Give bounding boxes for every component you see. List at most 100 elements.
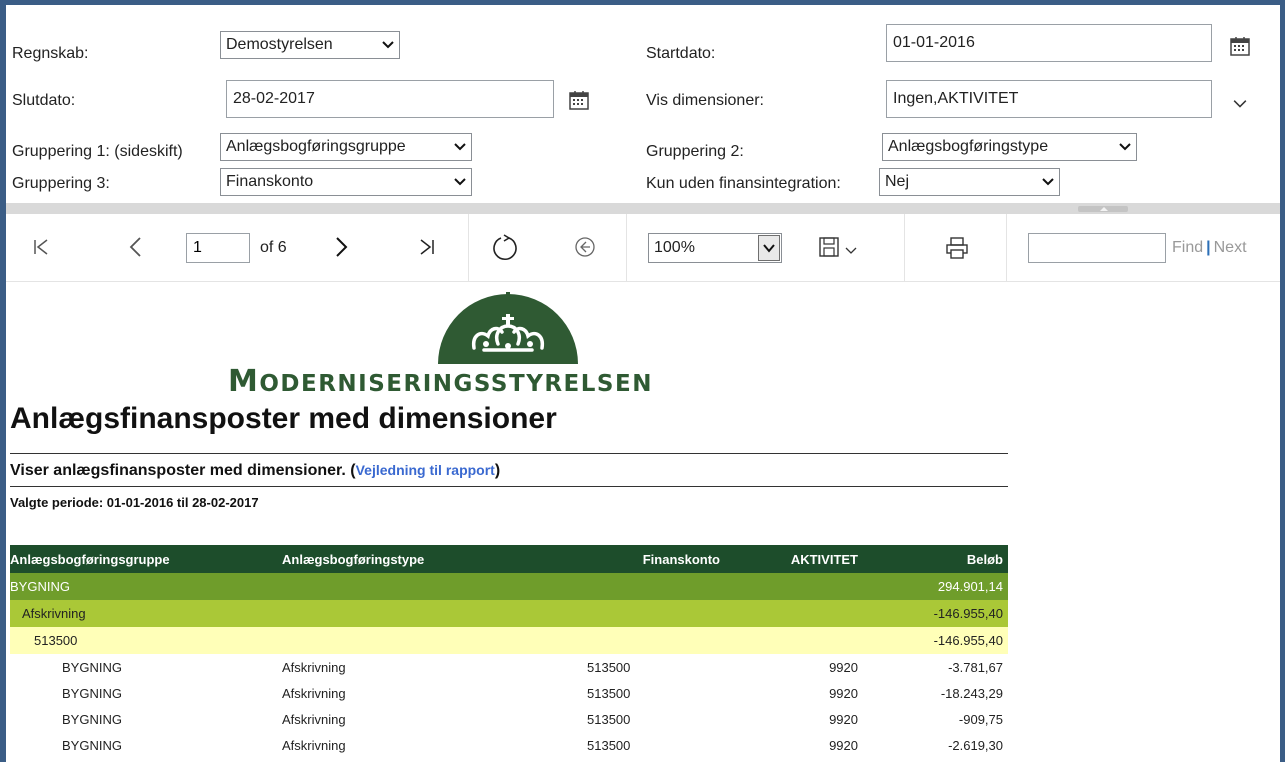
gruppering3-label: Gruppering 3:	[12, 175, 110, 192]
cell-belob: -18.243,29	[940, 685, 1003, 701]
table-row: BYGNING Afskrivning 513500 9920 -18.243,…	[10, 680, 1008, 706]
chevron-down-icon[interactable]	[1233, 96, 1247, 110]
find-input[interactable]	[1028, 233, 1166, 263]
gruppering1-value: Anlægsbogføringsgruppe	[226, 138, 406, 155]
group-amount: -146.955,40	[933, 633, 1003, 648]
column-header-belob[interactable]: Beløb	[967, 552, 1003, 567]
slutdato-input[interactable]: 28-02-2017	[226, 80, 554, 118]
column-header-gruppe[interactable]: Anlægsbogføringsgruppe	[10, 552, 170, 567]
window-frame-right	[1280, 0, 1285, 762]
chevron-down-icon	[1042, 178, 1054, 186]
gruppering1-select[interactable]: Anlægsbogføringsgruppe	[220, 133, 472, 161]
cell-gruppe: BYGNING	[62, 659, 122, 675]
kun-uden-select[interactable]: Nej	[879, 168, 1060, 196]
export-save-icon[interactable]	[818, 236, 864, 260]
group-label: 513500	[34, 633, 78, 648]
zoom-value: 100%	[654, 239, 695, 256]
regnskab-value: Demostyrelsen	[226, 36, 333, 53]
kun-uden-label: Kun uden finansintegration:	[646, 175, 841, 192]
chevron-down-icon	[454, 143, 466, 151]
slutdato-label: Slutdato:	[12, 92, 76, 109]
startdato-input[interactable]: 01-01-2016	[886, 24, 1212, 62]
report-description: Viser anlægsfinansposter med dimensioner…	[10, 462, 500, 480]
cell-konto: 513500	[587, 685, 631, 701]
report-description-text: Viser anlægsfinansposter med dimensioner…	[10, 462, 356, 479]
startdato-label: Startdato:	[646, 45, 716, 62]
column-header-finanskonto[interactable]: Finanskonto	[643, 552, 720, 567]
chevron-down-icon	[454, 178, 466, 186]
report-title: Anlægsfinansposter med dimensioner	[10, 402, 557, 435]
report-table: Anlægsbogføringsgruppe Anlægsbogføringst…	[10, 545, 1008, 758]
selected-period: Valgte periode: 01-01-2016 til 28-02-201…	[10, 495, 259, 510]
cell-aktivitet: 9920	[829, 659, 858, 675]
last-page-icon[interactable]	[416, 236, 438, 258]
cell-type: Afskrivning	[282, 737, 346, 753]
cell-belob: -3.781,67	[948, 659, 1003, 675]
vis-dimensioner-input[interactable]: Ingen,AKTIVITET	[886, 80, 1212, 118]
cell-belob: -2.619,30	[948, 737, 1003, 753]
agency-name-rest: ODERNISERINGSSTYRELSEN	[259, 371, 653, 397]
cell-gruppe: BYGNING	[62, 685, 122, 701]
find-next-controls: Find | Next	[1172, 239, 1247, 257]
next-page-icon[interactable]	[331, 235, 353, 259]
report-description-end: )	[494, 462, 501, 479]
gruppering1-label: Gruppering 1: (sideskift)	[12, 143, 183, 160]
table-header-row: Anlægsbogføringsgruppe Anlægsbogføringst…	[10, 545, 1008, 573]
gruppering3-select[interactable]: Finanskonto	[220, 168, 472, 196]
report-toolbar: of 6 100% Find|Next	[6, 214, 1280, 282]
chevron-down-icon	[1119, 143, 1131, 151]
toolbar-separator	[904, 214, 905, 282]
cell-aktivitet: 9920	[829, 685, 858, 701]
next-link[interactable]: Next	[1214, 239, 1247, 256]
refresh-icon[interactable]	[489, 232, 521, 264]
parameter-splitter[interactable]	[6, 203, 1280, 214]
cell-konto: 513500	[587, 711, 631, 727]
toolbar-separator	[626, 214, 627, 282]
find-separator: |	[1206, 239, 1211, 256]
gruppering2-value: Anlægsbogføringstype	[888, 138, 1049, 155]
table-row: BYGNING Afskrivning 513500 9920 -3.781,6…	[10, 654, 1008, 680]
cell-gruppe: BYGNING	[62, 737, 122, 753]
divider	[10, 486, 1008, 487]
divider	[10, 453, 1008, 454]
crown-logo	[438, 292, 578, 364]
group-row-level1[interactable]: BYGNING 294.901,14	[10, 573, 1008, 600]
gruppering3-value: Finanskonto	[226, 173, 314, 190]
agency-name: MODERNISERINGSSTYRELSEN	[228, 364, 653, 399]
vis-dimensioner-label: Vis dimensioner:	[646, 92, 764, 109]
group-row-level2[interactable]: Afskrivning -146.955,40	[10, 600, 1008, 627]
cell-aktivitet: 9920	[829, 711, 858, 727]
zoom-select[interactable]: 100%	[648, 233, 782, 263]
gruppering2-select[interactable]: Anlægsbogføringstype	[882, 133, 1137, 161]
cell-konto: 513500	[587, 737, 631, 753]
table-row: BYGNING Afskrivning 513500 9920 -2.619,3…	[10, 732, 1008, 758]
cell-gruppe: BYGNING	[62, 711, 122, 727]
group-amount: 294.901,14	[937, 579, 1003, 594]
find-link[interactable]: Find	[1172, 239, 1203, 256]
group-label: BYGNING	[10, 579, 70, 594]
window-frame-top	[0, 0, 1285, 5]
regnskab-select[interactable]: Demostyrelsen	[220, 31, 400, 59]
group-row-level3[interactable]: 513500 -146.955,40	[10, 627, 1008, 654]
print-icon[interactable]	[944, 235, 970, 261]
chevron-down-icon[interactable]	[758, 235, 780, 261]
agency-name-initial: M	[228, 364, 260, 399]
group-amount: -146.955,40	[933, 606, 1003, 621]
previous-page-icon[interactable]	[124, 235, 146, 259]
regnskab-label: Regnskab:	[12, 45, 89, 62]
toolbar-separator	[1006, 214, 1007, 282]
cell-type: Afskrivning	[282, 685, 346, 701]
group-label: Afskrivning	[22, 606, 86, 621]
page-number-input[interactable]	[186, 233, 250, 263]
column-header-aktivitet[interactable]: AKTIVITET	[791, 552, 858, 567]
page-count: of 6	[260, 239, 287, 256]
first-page-icon[interactable]	[30, 236, 52, 258]
guide-link[interactable]: Vejledning til rapport	[356, 462, 495, 478]
back-icon[interactable]	[573, 235, 597, 259]
calendar-icon[interactable]	[568, 89, 590, 111]
calendar-icon[interactable]	[1229, 35, 1251, 57]
table-row: BYGNING Afskrivning 513500 9920 -909,75	[10, 706, 1008, 732]
collapse-grip-icon[interactable]	[1078, 206, 1128, 212]
cell-type: Afskrivning	[282, 659, 346, 675]
column-header-type[interactable]: Anlægsbogføringstype	[282, 552, 424, 567]
